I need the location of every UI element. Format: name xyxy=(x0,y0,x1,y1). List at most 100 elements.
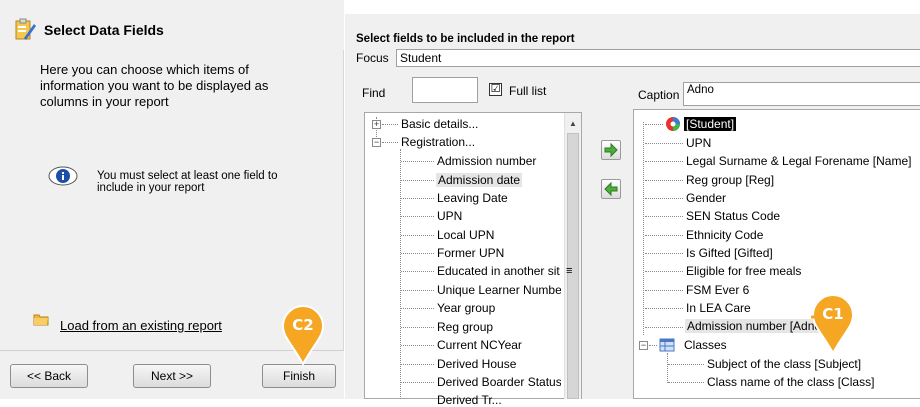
finish-button[interactable]: Finish xyxy=(262,364,336,388)
field-item[interactable]: Former UPN xyxy=(437,246,504,260)
full-list-checkbox[interactable]: ☑ xyxy=(489,83,502,96)
tree-connector xyxy=(668,364,704,365)
back-button[interactable]: << Back xyxy=(10,364,88,388)
selected-field-item[interactable]: Reg group [Reg] xyxy=(686,173,774,187)
tree-connector xyxy=(668,382,704,383)
tree-connector xyxy=(645,271,683,272)
wizard-header: Select Data Fields xyxy=(0,0,344,50)
tree-connector xyxy=(645,253,683,254)
classes-icon xyxy=(659,338,675,352)
selected-field-item[interactable]: In LEA Care xyxy=(686,301,751,315)
tree-connector xyxy=(645,308,683,309)
tree-connector xyxy=(645,235,683,236)
scroll-up-icon[interactable]: ▲ xyxy=(569,119,577,128)
info-message: You must select at least one field to in… xyxy=(97,170,278,194)
selected-field-item-highlighted[interactable]: Admission number [Adno] xyxy=(685,319,827,333)
remove-field-button[interactable] xyxy=(601,179,621,199)
field-item[interactable]: Admission number xyxy=(437,154,536,168)
wizard-title: Select Data Fields xyxy=(44,22,164,38)
panel-title: Select fields to be included in the repo… xyxy=(356,33,575,45)
selected-field-item[interactable]: Ethnicity Code xyxy=(686,228,763,242)
caption-field[interactable]: Adno xyxy=(683,82,920,106)
field-item[interactable]: Derived Boarder Status xyxy=(437,375,561,389)
tree-connector xyxy=(645,124,663,125)
load-existing-report-link[interactable]: Load from an existing report xyxy=(60,318,222,333)
callout-c1: C1 xyxy=(797,293,855,356)
focus-field[interactable]: Student xyxy=(396,49,920,67)
field-tree-scrollbar[interactable]: ▲ xyxy=(564,113,581,399)
top-strip xyxy=(345,0,920,14)
field-item[interactable]: Derived House xyxy=(437,357,516,371)
selected-root-student[interactable]: [Student] xyxy=(684,117,737,131)
field-item[interactable]: Leaving Date xyxy=(437,191,508,205)
field-item[interactable]: Local UPN xyxy=(437,228,494,242)
next-button[interactable]: Next >> xyxy=(133,364,211,388)
callout-c2-label: C2 xyxy=(292,316,314,334)
selected-class-field-item[interactable]: Subject of the class [Subject] xyxy=(707,357,861,371)
field-item[interactable]: Educated in another sit xyxy=(437,264,561,278)
callout-c1-label: C1 xyxy=(822,305,844,323)
selected-field-item[interactable]: UPN xyxy=(686,136,711,150)
selected-field-item[interactable]: SEN Status Code xyxy=(686,209,780,223)
selected-field-item[interactable]: Eligible for free meals xyxy=(686,264,801,278)
tree-connector xyxy=(401,216,434,217)
wizard-description: Here you can choose which items of infor… xyxy=(40,62,269,109)
tree-connector xyxy=(382,124,398,125)
callout-pin-icon xyxy=(797,293,855,356)
field-item-highlighted[interactable]: Admission date xyxy=(436,173,523,187)
tree-connector xyxy=(401,327,434,328)
field-item[interactable]: Year group xyxy=(437,301,495,315)
tree-connector xyxy=(643,122,644,335)
field-item[interactable]: Derived Tr... xyxy=(437,393,561,407)
find-label: Find xyxy=(362,86,386,100)
field-item[interactable]: UPN xyxy=(437,209,462,223)
tree-connector xyxy=(401,308,434,309)
field-item[interactable]: Reg group xyxy=(437,320,493,334)
folder-icon xyxy=(33,314,49,326)
scroll-grip-icon: ≡ xyxy=(566,265,573,277)
tree-connector xyxy=(401,290,434,291)
tree-connector xyxy=(401,235,434,236)
tree-connector xyxy=(667,353,668,383)
focus-label: Focus xyxy=(356,51,389,65)
field-item[interactable]: Current NCYear xyxy=(437,338,522,352)
tree-connector xyxy=(649,345,657,346)
selected-field-item[interactable]: Is Gifted [Gifted] xyxy=(686,246,773,260)
tree-connector xyxy=(401,364,434,365)
tree-connector xyxy=(401,382,434,383)
tree-group-basic-details[interactable]: Basic details... xyxy=(401,117,478,131)
selected-field-item[interactable]: FSM Ever 6 xyxy=(686,283,749,297)
tree-connector xyxy=(645,327,683,328)
tree-connector xyxy=(401,345,434,346)
selected-field-item[interactable]: Legal Surname & Legal Forename [Name] xyxy=(686,154,911,168)
full-list-label: Full list xyxy=(509,84,547,98)
add-arrow-icon xyxy=(604,142,618,158)
tree-connector xyxy=(401,180,434,181)
find-input[interactable] xyxy=(412,77,478,103)
student-root-icon xyxy=(666,117,680,131)
tree-connector xyxy=(645,198,683,199)
tree-connector xyxy=(401,253,434,254)
tree-connector xyxy=(645,180,683,181)
tree-connector xyxy=(401,198,434,199)
callout-pin-icon xyxy=(281,304,325,367)
tree-connector xyxy=(645,216,683,217)
selected-class-field-item[interactable]: Class name of the class [Class] xyxy=(707,375,874,389)
tree-connector xyxy=(401,161,434,162)
tree-group-registration[interactable]: Registration... xyxy=(401,135,475,149)
selected-fields-tree[interactable] xyxy=(633,109,920,399)
selected-field-item[interactable]: Gender xyxy=(686,191,726,205)
wizard-icon xyxy=(15,18,36,40)
callout-c2: C2 xyxy=(281,304,325,367)
collapse-registration[interactable]: − xyxy=(372,138,381,147)
expand-basic-details[interactable]: + xyxy=(372,120,381,129)
collapse-classes[interactable]: − xyxy=(639,341,648,350)
tree-connector xyxy=(401,271,434,272)
caption-label: Caption xyxy=(638,88,680,102)
selected-group-classes[interactable]: Classes xyxy=(684,338,727,352)
remove-arrow-icon xyxy=(604,181,618,197)
add-field-button[interactable] xyxy=(601,140,621,160)
field-item[interactable]: Unique Learner Numbe xyxy=(437,283,561,297)
tree-connector xyxy=(382,142,398,143)
tree-connector xyxy=(400,149,401,399)
